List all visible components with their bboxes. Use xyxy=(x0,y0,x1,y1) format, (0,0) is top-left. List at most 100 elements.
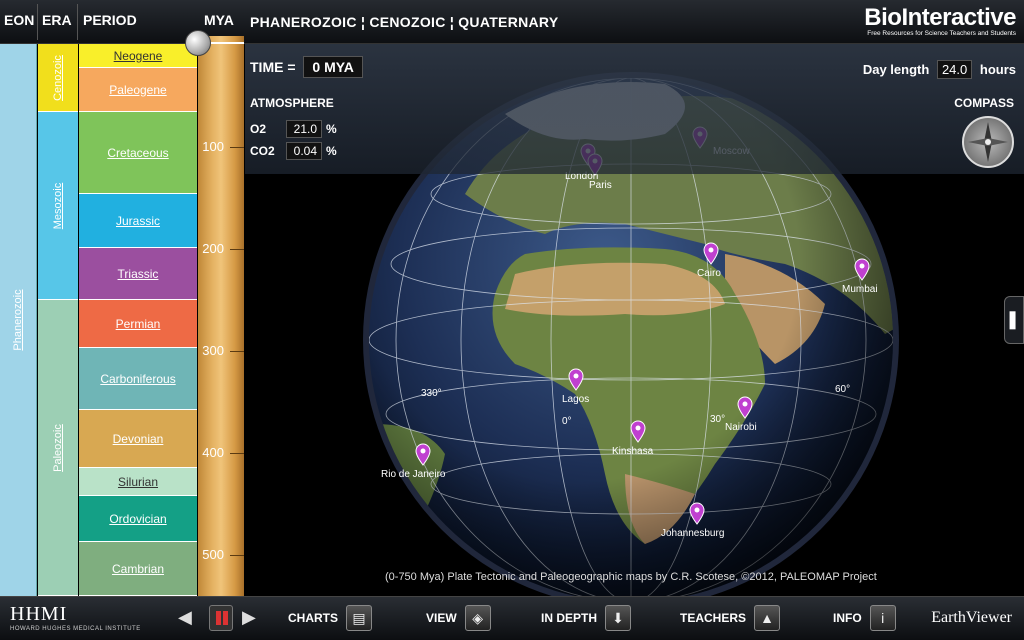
header-divider xyxy=(77,4,78,40)
ruler-tick-label: 100 xyxy=(202,139,224,154)
period-ordovician[interactable]: Ordovician xyxy=(79,496,197,542)
ruler-tick: 200 xyxy=(202,241,244,256)
biointeractive-logo[interactable]: BioInteractive Free Resources for Scienc… xyxy=(864,4,1016,37)
map-pin-dot xyxy=(742,401,748,407)
time-ruler[interactable]: 100 200 300 400 500 xyxy=(198,36,244,596)
map-credit: (0-750 Mya) Plate Tectonic and Paleogeog… xyxy=(385,571,877,583)
play-pause-button[interactable] xyxy=(209,605,233,631)
longitude-label: 330° xyxy=(421,388,442,399)
period-label: Ordovician xyxy=(109,511,167,526)
map-pin-dot xyxy=(420,448,426,454)
city-label: Rio de Janeiro xyxy=(381,469,446,480)
co2-unit: % xyxy=(326,144,337,158)
era-label: Cenozoic xyxy=(52,54,64,101)
step-forward-button[interactable]: ▶ xyxy=(242,607,256,628)
view-label: VIEW xyxy=(426,611,457,625)
logo-subtitle: Free Resources for Science Teachers and … xyxy=(867,30,1016,37)
city-label: Kinshasa xyxy=(612,446,654,457)
ruler-tick: 300 xyxy=(202,343,244,358)
info-panel: TIME = 0 MYA Day length 24.0 hours ATMOS… xyxy=(245,44,1024,174)
era-label: Paleozoic xyxy=(52,423,64,472)
compass-title: COMPASS xyxy=(954,96,1014,110)
longitude-label: 0° xyxy=(562,416,572,427)
longitude-label: 30° xyxy=(710,414,725,425)
period-label: Triassic xyxy=(117,266,159,281)
period-devonian[interactable]: Devonian xyxy=(79,410,197,468)
step-back-button[interactable]: ◀ xyxy=(178,607,192,628)
era-label: Mesozoic xyxy=(52,182,64,229)
period-neogene[interactable]: Neogene xyxy=(79,44,197,68)
logo-text: BioInteractive xyxy=(864,4,1016,31)
period-paleogene[interactable]: Paleogene xyxy=(79,68,197,112)
hhmi-logo[interactable]: HHMI HOWARD HUGHES MEDICAL INSTITUTE xyxy=(10,603,141,632)
era-paleozoic[interactable]: Paleozoic xyxy=(38,300,78,596)
period-label: Neogene xyxy=(113,48,163,63)
period-carboniferous[interactable]: Carboniferous xyxy=(79,348,197,410)
compass-icon[interactable] xyxy=(962,116,1014,168)
ruler-tick: 100 xyxy=(202,139,244,154)
city-label: Mumbai xyxy=(842,284,878,295)
side-panel-handle[interactable]: ❚❚ xyxy=(1004,296,1024,344)
city-label: Cairo xyxy=(697,268,721,279)
in-depth-button[interactable]: IN DEPTH ⬇ xyxy=(541,605,632,631)
map-pin-dot xyxy=(694,507,700,513)
o2-label: O2 xyxy=(250,122,267,136)
day-length-display: Day length 24.0 hours xyxy=(863,60,1016,79)
city-label: Nairobi xyxy=(725,422,757,433)
eon-column-header: EON xyxy=(4,12,35,28)
day-length-value: 24.0 xyxy=(936,60,973,79)
atmosphere-title: ATMOSPHERE xyxy=(250,96,334,110)
time-slider-knob[interactable] xyxy=(185,30,211,56)
charts-icon: ▤ xyxy=(346,605,372,631)
period-label: Paleogene xyxy=(109,82,167,97)
period-label: Jurassic xyxy=(115,213,160,228)
map-pin-dot xyxy=(635,425,641,431)
period-label: Cambrian xyxy=(111,561,165,576)
period-label: Permian xyxy=(115,316,161,331)
o2-row: O2 21.0% xyxy=(250,120,337,138)
city-label: Lagos xyxy=(562,394,589,405)
pause-bar-icon xyxy=(223,611,228,625)
era-column: Cenozoic Mesozoic Paleozoic xyxy=(38,44,78,596)
o2-value: 21.0 xyxy=(286,120,322,138)
teachers-button[interactable]: TEACHERS ▲ xyxy=(680,605,781,631)
ruler-tick: 500 xyxy=(202,547,244,562)
era-column-header: ERA xyxy=(42,12,72,28)
mya-column-header: MYA xyxy=(204,12,234,28)
in-depth-label: IN DEPTH xyxy=(541,611,598,625)
bottom-toolbar: HHMI HOWARD HUGHES MEDICAL INSTITUTE ◀ ▶… xyxy=(0,596,1024,640)
era-cenozoic[interactable]: Cenozoic xyxy=(38,44,78,112)
map-pin-dot xyxy=(708,247,714,253)
globe-viewport[interactable]: MoscowLondonParisCairoMumbaiLagosNairobi… xyxy=(245,44,1024,596)
ruler-tick-label: 200 xyxy=(202,241,224,256)
period-cambrian[interactable]: Cambrian xyxy=(79,542,197,596)
period-cretaceous[interactable]: Cretaceous xyxy=(79,112,197,194)
info-button[interactable]: INFO i xyxy=(833,605,896,631)
period-jurassic[interactable]: Jurassic xyxy=(79,194,197,248)
charts-label: CHARTS xyxy=(288,611,338,625)
app-name: EarthViewer xyxy=(931,609,1012,626)
eon-phanerozoic[interactable]: Phanerozoic xyxy=(0,44,37,596)
ruler-tick: 400 xyxy=(202,445,244,460)
layers-icon: ◈ xyxy=(464,605,491,631)
ruler-tick-label: 400 xyxy=(202,445,224,460)
charts-button[interactable]: CHARTS ▤ xyxy=(288,605,372,631)
day-length-label: Day length xyxy=(862,62,930,77)
teachers-label: TEACHERS xyxy=(680,611,747,625)
period-triassic[interactable]: Triassic xyxy=(79,248,197,300)
period-permian[interactable]: Permian xyxy=(79,300,197,348)
download-arrow-icon: ⬇ xyxy=(605,605,632,631)
breadcrumb: PHANEROZOIC ¦ CENOZOIC ¦ QUATERNARY xyxy=(250,14,559,30)
ruler-tick-label: 500 xyxy=(202,547,224,562)
period-silurian[interactable]: Silurian xyxy=(79,468,197,496)
era-mesozoic[interactable]: Mesozoic xyxy=(38,112,78,300)
top-header: EON ERA PERIOD MYA PHANEROZOIC ¦ CENOZOI… xyxy=(0,0,1024,44)
compass-rose-icon xyxy=(968,122,1008,162)
map-pin-dot xyxy=(573,373,579,379)
day-length-unit: hours xyxy=(979,62,1016,77)
header-divider xyxy=(37,4,38,40)
period-label: Devonian xyxy=(112,431,164,446)
pause-icon: ❚❚ xyxy=(1005,309,1024,329)
city-label: Paris xyxy=(589,180,612,191)
view-button[interactable]: VIEW ◈ xyxy=(426,605,491,631)
